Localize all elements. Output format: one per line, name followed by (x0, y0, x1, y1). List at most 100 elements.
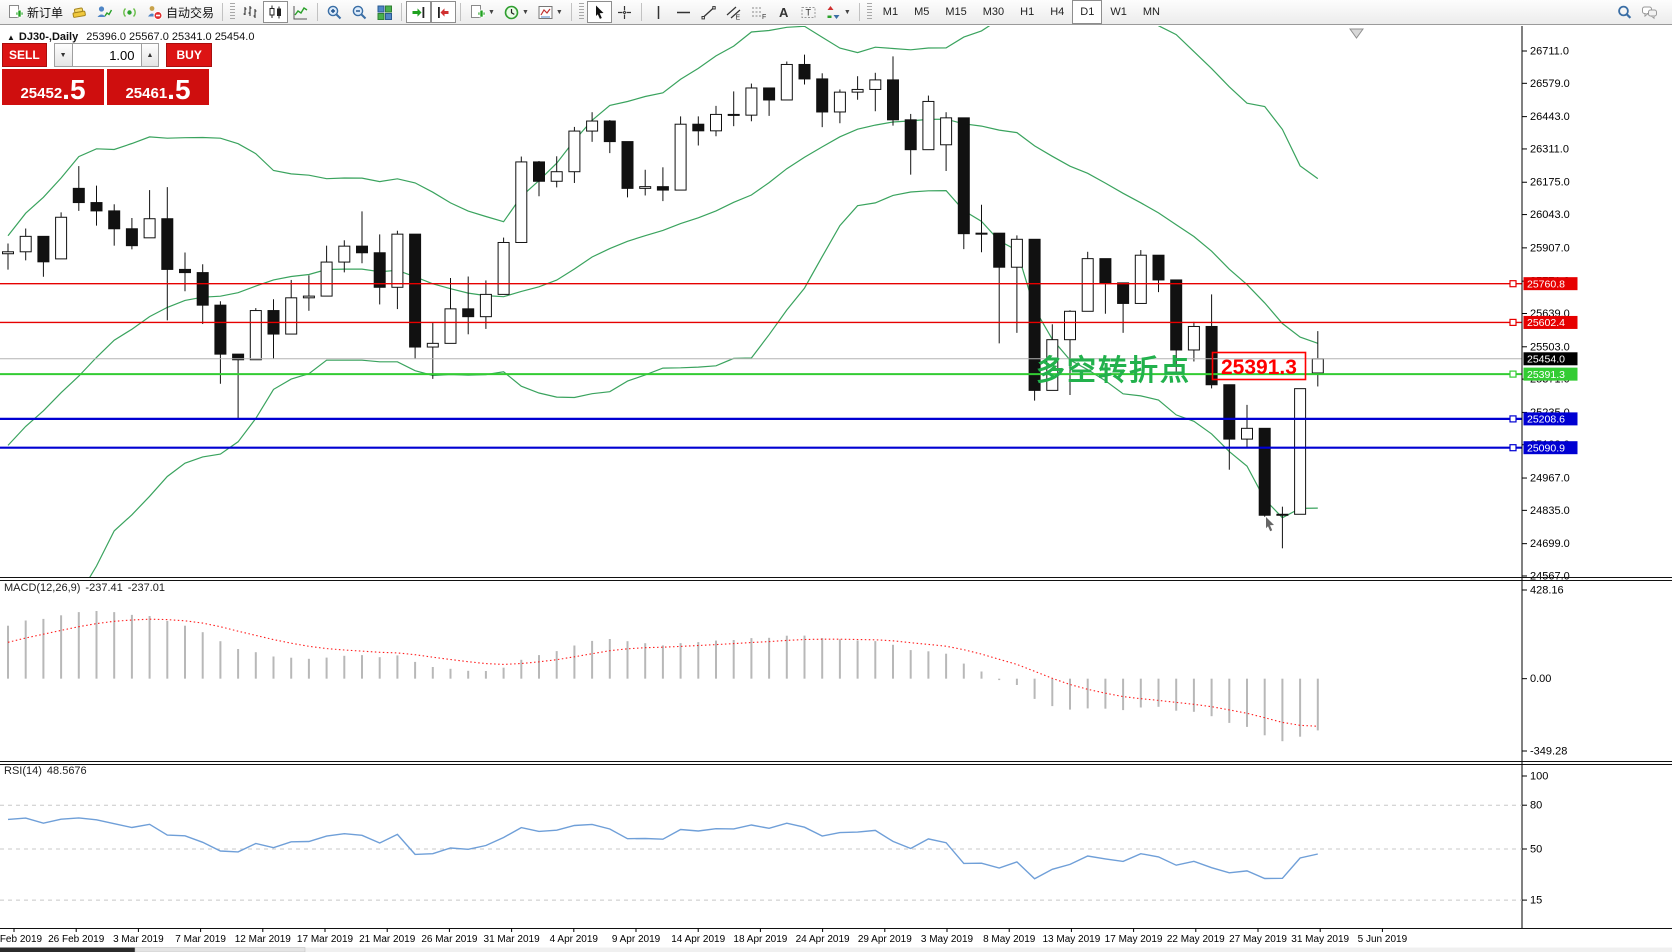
search-icon (1616, 4, 1633, 21)
timeframe-m5-button[interactable]: M5 (906, 0, 937, 24)
date-label: 3 May 2019 (921, 934, 974, 945)
date-label: 14 Apr 2019 (671, 934, 725, 945)
candles-chart-icon (267, 4, 284, 21)
price-tick-label: 26711.0 (1530, 46, 1569, 58)
toolbar-drag-handle[interactable] (867, 3, 872, 21)
channel-icon: E (725, 4, 742, 21)
signal-icon (121, 4, 138, 21)
date-label: 31 Mar 2019 (484, 934, 541, 945)
rsi-level-label: 15 (1530, 895, 1542, 907)
chart-shift-button[interactable] (431, 1, 456, 23)
rsi-level-label: 80 (1530, 800, 1542, 812)
price-tick-label: 24835.0 (1530, 505, 1570, 517)
toolbar-drag-handle[interactable] (579, 3, 584, 21)
vertical-line-button[interactable] (646, 1, 671, 23)
sell-price-int: 25452 (20, 84, 62, 103)
date-label: 4 Apr 2019 (550, 934, 599, 945)
fibonacci-button[interactable]: F (746, 1, 771, 23)
rsi-level-label: 50 (1530, 844, 1542, 856)
signals-button[interactable] (117, 1, 142, 23)
buy-price-display[interactable]: 25461.5 (107, 69, 209, 105)
autoscroll-button[interactable] (406, 1, 431, 23)
bar-chart-button[interactable] (238, 1, 263, 23)
chart-area: 26711.026579.026443.026311.026175.026043… (0, 26, 1672, 952)
toolbar-separator (222, 3, 223, 21)
new-order-button[interactable]: 新订单 (3, 1, 67, 23)
toolbar-separator (641, 3, 642, 21)
macd-axis-label: 0.00 (1530, 673, 1551, 685)
sell-button[interactable]: SELL (2, 43, 47, 67)
crosshair-button[interactable] (612, 1, 637, 23)
toolbar-drag-handle[interactable] (230, 3, 235, 21)
date-label: 18 Apr 2019 (733, 934, 787, 945)
svg-text:A: A (779, 5, 789, 20)
zoom-out-button[interactable] (347, 1, 372, 23)
gold-icon (71, 4, 88, 21)
dropdown-arrow-icon[interactable]: ▼ (522, 9, 529, 16)
candlestick-chart-button[interactable] (263, 1, 288, 23)
tile-windows-button[interactable] (372, 1, 397, 23)
toolbar-separator (401, 3, 402, 21)
arrows-button[interactable]: ▼ (821, 1, 855, 23)
price-tick-label: 26579.0 (1530, 78, 1570, 90)
dropdown-arrow-icon[interactable]: ▼ (488, 9, 495, 16)
date-label: 26 Mar 2019 (421, 934, 478, 945)
date-label: 21 Feb 2019 (0, 934, 43, 945)
zoom-in-button[interactable] (322, 1, 347, 23)
buy-price-frac: .5 (167, 77, 190, 103)
date-label: 7 Mar 2019 (175, 934, 226, 945)
date-label: 17 May 2019 (1105, 934, 1163, 945)
timeframe-mn-button[interactable]: MN (1135, 0, 1168, 24)
timeframe-d1-button[interactable]: D1 (1072, 0, 1102, 24)
expert-advisors-button[interactable] (92, 1, 117, 23)
svg-text:T: T (805, 7, 811, 17)
volume-increase-button[interactable]: ▲ (141, 43, 160, 67)
date-label: 27 May 2019 (1229, 934, 1287, 945)
price-line-axis-label: 25760.8 (1527, 278, 1565, 290)
horizontal-line-button[interactable] (671, 1, 696, 23)
dropdown-arrow-icon[interactable]: ▼ (556, 9, 563, 16)
templates-button[interactable]: ▼ (533, 1, 567, 23)
chart-shift-icon (435, 4, 452, 21)
hline-icon (675, 4, 692, 21)
search-button[interactable] (1612, 1, 1637, 23)
vline-icon (650, 4, 667, 21)
chat-button[interactable] (1637, 1, 1662, 23)
volume-decrease-button[interactable]: ▼ (54, 43, 73, 67)
date-label: 31 May 2019 (1291, 934, 1349, 945)
one-click-collapse-arrow[interactable]: ▲ (7, 33, 15, 42)
text-label-button[interactable]: T (796, 1, 821, 23)
price-tick-label: 25907.0 (1530, 242, 1570, 254)
price-line-axis-label: 25602.4 (1527, 317, 1565, 329)
timeframe-w1-button[interactable]: W1 (1102, 0, 1135, 24)
trendline-button[interactable] (696, 1, 721, 23)
rsi-indicator-label: RSI(14)48.5676 (4, 765, 92, 777)
shapes-icon (825, 4, 842, 21)
timeframe-h1-button[interactable]: H1 (1012, 0, 1042, 24)
line-chart-button[interactable] (288, 1, 313, 23)
chart-canvas: 26711.026579.026443.026311.026175.026043… (0, 26, 1672, 952)
periods-button[interactable]: ▼ (499, 1, 533, 23)
timeframe-m15-button[interactable]: M15 (937, 0, 974, 24)
volume-input[interactable] (73, 43, 141, 67)
autoscroll-icon (410, 4, 427, 21)
equidistant-channel-button[interactable]: E (721, 1, 746, 23)
dropdown-arrow-icon[interactable]: ▼ (844, 9, 851, 16)
cursor-button[interactable] (587, 1, 612, 23)
timeframe-m1-button[interactable]: M1 (875, 0, 906, 24)
timeframe-m30-button[interactable]: M30 (975, 0, 1012, 24)
sell-price-display[interactable]: 25452.5 (2, 69, 104, 105)
macd-axis-label: 428.16 (1530, 585, 1564, 597)
text-button[interactable]: A (771, 1, 796, 23)
chart-window-button[interactable] (67, 1, 92, 23)
autotrading-button[interactable]: 自动交易 (142, 1, 218, 23)
price-tick-label: 26043.0 (1530, 209, 1570, 221)
template-icon (537, 4, 554, 21)
one-click-trading-panel: SELL ▼ ▲ BUY 25452.5 25461.5 (2, 43, 212, 105)
timeframe-h4-button[interactable]: H4 (1042, 0, 1072, 24)
annotation-text: 多空转折点 (1036, 353, 1191, 387)
macd-indicator-label: MACD(12,26,9)-237.41-237.01 (4, 582, 170, 594)
buy-button[interactable]: BUY (166, 43, 212, 67)
ea-icon (96, 4, 113, 21)
indicators-button[interactable]: ▼ (465, 1, 499, 23)
